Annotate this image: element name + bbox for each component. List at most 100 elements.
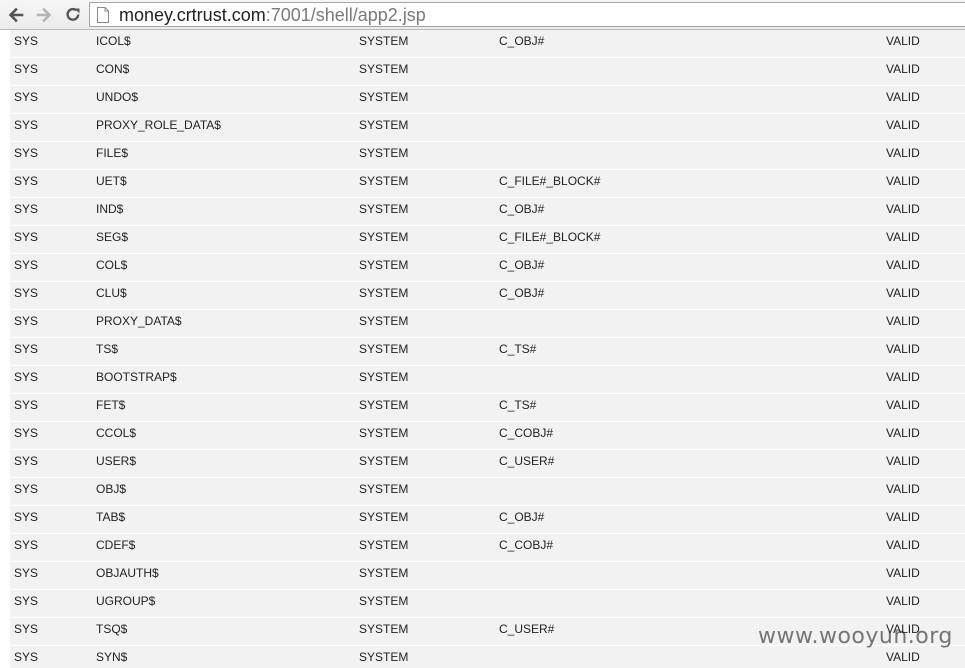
table-row: SYS COL$ SYSTEM C_OBJ# VALID <box>10 254 965 282</box>
owner-cell: SYS <box>14 230 39 244</box>
tablespace-cell: SYSTEM <box>359 594 409 608</box>
object-name-cell: IND$ <box>96 202 124 216</box>
table-row: SYS BOOTSTRAP$ SYSTEM VALID <box>10 366 965 394</box>
table-row: SYS UNDO$ SYSTEM VALID <box>10 86 965 114</box>
status-cell: VALID <box>886 594 920 608</box>
tablespace-cell: SYSTEM <box>359 650 409 664</box>
reload-button[interactable] <box>61 3 85 27</box>
status-cell: VALID <box>886 454 920 468</box>
object-name-cell: UET$ <box>96 174 127 188</box>
table-row: SYS TAB$ SYSTEM C_OBJ# VALID <box>10 506 965 534</box>
owner-cell: SYS <box>14 370 39 384</box>
table-row: SYS SYN$ SYSTEM VALID <box>10 646 965 668</box>
cluster-cell: C_OBJ# <box>499 34 545 48</box>
owner-cell: SYS <box>14 90 39 104</box>
tablespace-cell: SYSTEM <box>359 398 409 412</box>
object-name-cell: CLU$ <box>96 286 127 300</box>
tablespace-cell: SYSTEM <box>359 454 409 468</box>
owner-cell: SYS <box>14 538 39 552</box>
status-cell: VALID <box>886 174 920 188</box>
object-name-cell: UGROUP$ <box>96 594 156 608</box>
table-row: SYS UET$ SYSTEM C_FILE#_BLOCK# VALID <box>10 170 965 198</box>
browser-toolbar: money.crtrust.com:7001/shell/app2.jsp <box>0 0 965 30</box>
tablespace-cell: SYSTEM <box>359 230 409 244</box>
owner-cell: SYS <box>14 342 39 356</box>
status-cell: VALID <box>886 622 920 636</box>
table-row: SYS CCOL$ SYSTEM C_COBJ# VALID <box>10 422 965 450</box>
object-name-cell: OBJAUTH$ <box>96 566 159 580</box>
back-button[interactable] <box>4 3 28 27</box>
table-row: SYS TSQ$ SYSTEM C_USER# VALID <box>10 618 965 646</box>
table-row: SYS CLU$ SYSTEM C_OBJ# VALID <box>10 282 965 310</box>
object-name-cell: TSQ$ <box>96 622 128 636</box>
object-name-cell: CON$ <box>96 62 130 76</box>
tablespace-cell: SYSTEM <box>359 90 409 104</box>
table-row: SYS FILE$ SYSTEM VALID <box>10 142 965 170</box>
tablespace-cell: SYSTEM <box>359 482 409 496</box>
status-cell: VALID <box>886 258 920 272</box>
owner-cell: SYS <box>14 314 39 328</box>
cluster-cell: C_OBJ# <box>499 286 545 300</box>
tablespace-cell: SYSTEM <box>359 622 409 636</box>
owner-cell: SYS <box>14 34 39 48</box>
object-name-cell: FET$ <box>96 398 126 412</box>
object-name-cell: TAB$ <box>96 510 126 524</box>
status-cell: VALID <box>886 90 920 104</box>
table-row: SYS PROXY_ROLE_DATA$ SYSTEM VALID <box>10 114 965 142</box>
status-cell: VALID <box>886 426 920 440</box>
status-cell: VALID <box>886 538 920 552</box>
object-name-cell: COL$ <box>96 258 128 272</box>
cluster-cell: C_COBJ# <box>499 426 554 440</box>
owner-cell: SYS <box>14 650 39 664</box>
status-cell: VALID <box>886 398 920 412</box>
owner-cell: SYS <box>14 482 39 496</box>
forward-button[interactable] <box>32 3 56 27</box>
tablespace-cell: SYSTEM <box>359 118 409 132</box>
status-cell: VALID <box>886 286 920 300</box>
table-row: SYS SEG$ SYSTEM C_FILE#_BLOCK# VALID <box>10 226 965 254</box>
owner-cell: SYS <box>14 398 39 412</box>
owner-cell: SYS <box>14 426 39 440</box>
table-row: SYS PROXY_DATA$ SYSTEM VALID <box>10 310 965 338</box>
owner-cell: SYS <box>14 594 39 608</box>
owner-cell: SYS <box>14 566 39 580</box>
table-row: SYS OBJ$ SYSTEM VALID <box>10 478 965 506</box>
status-cell: VALID <box>886 118 920 132</box>
owner-cell: SYS <box>14 510 39 524</box>
address-bar[interactable]: money.crtrust.com:7001/shell/app2.jsp <box>89 2 965 27</box>
owner-cell: SYS <box>14 202 39 216</box>
page-icon <box>97 7 109 23</box>
table-row: SYS CON$ SYSTEM VALID <box>10 58 965 86</box>
owner-cell: SYS <box>14 118 39 132</box>
object-name-cell: PROXY_DATA$ <box>96 314 182 328</box>
object-name-cell: TS$ <box>96 342 119 356</box>
tablespace-cell: SYSTEM <box>359 174 409 188</box>
tablespace-cell: SYSTEM <box>359 566 409 580</box>
tablespace-cell: SYSTEM <box>359 510 409 524</box>
forward-arrow-icon <box>36 7 52 23</box>
object-name-cell: PROXY_ROLE_DATA$ <box>96 118 221 132</box>
cluster-cell: C_OBJ# <box>499 510 545 524</box>
tablespace-cell: SYSTEM <box>359 342 409 356</box>
status-cell: VALID <box>886 342 920 356</box>
tablespace-cell: SYSTEM <box>359 258 409 272</box>
owner-cell: SYS <box>14 62 39 76</box>
status-cell: VALID <box>886 314 920 328</box>
table-row: SYS TS$ SYSTEM C_TS# VALID <box>10 338 965 366</box>
object-name-cell: SEG$ <box>96 230 129 244</box>
table-row: SYS ICOL$ SYSTEM C_OBJ# VALID <box>10 30 965 58</box>
object-name-cell: FILE$ <box>96 146 129 160</box>
object-table: SYS ICOL$ SYSTEM C_OBJ# VALID SYS CON$ S… <box>10 30 965 668</box>
owner-cell: SYS <box>14 622 39 636</box>
cluster-cell: C_OBJ# <box>499 202 545 216</box>
object-name-cell: USER$ <box>96 454 137 468</box>
url-text[interactable]: money.crtrust.com:7001/shell/app2.jsp <box>119 4 426 26</box>
status-cell: VALID <box>886 650 920 664</box>
status-cell: VALID <box>886 370 920 384</box>
tablespace-cell: SYSTEM <box>359 286 409 300</box>
status-cell: VALID <box>886 482 920 496</box>
owner-cell: SYS <box>14 146 39 160</box>
status-cell: VALID <box>886 566 920 580</box>
table-row: SYS FET$ SYSTEM C_TS# VALID <box>10 394 965 422</box>
status-cell: VALID <box>886 230 920 244</box>
